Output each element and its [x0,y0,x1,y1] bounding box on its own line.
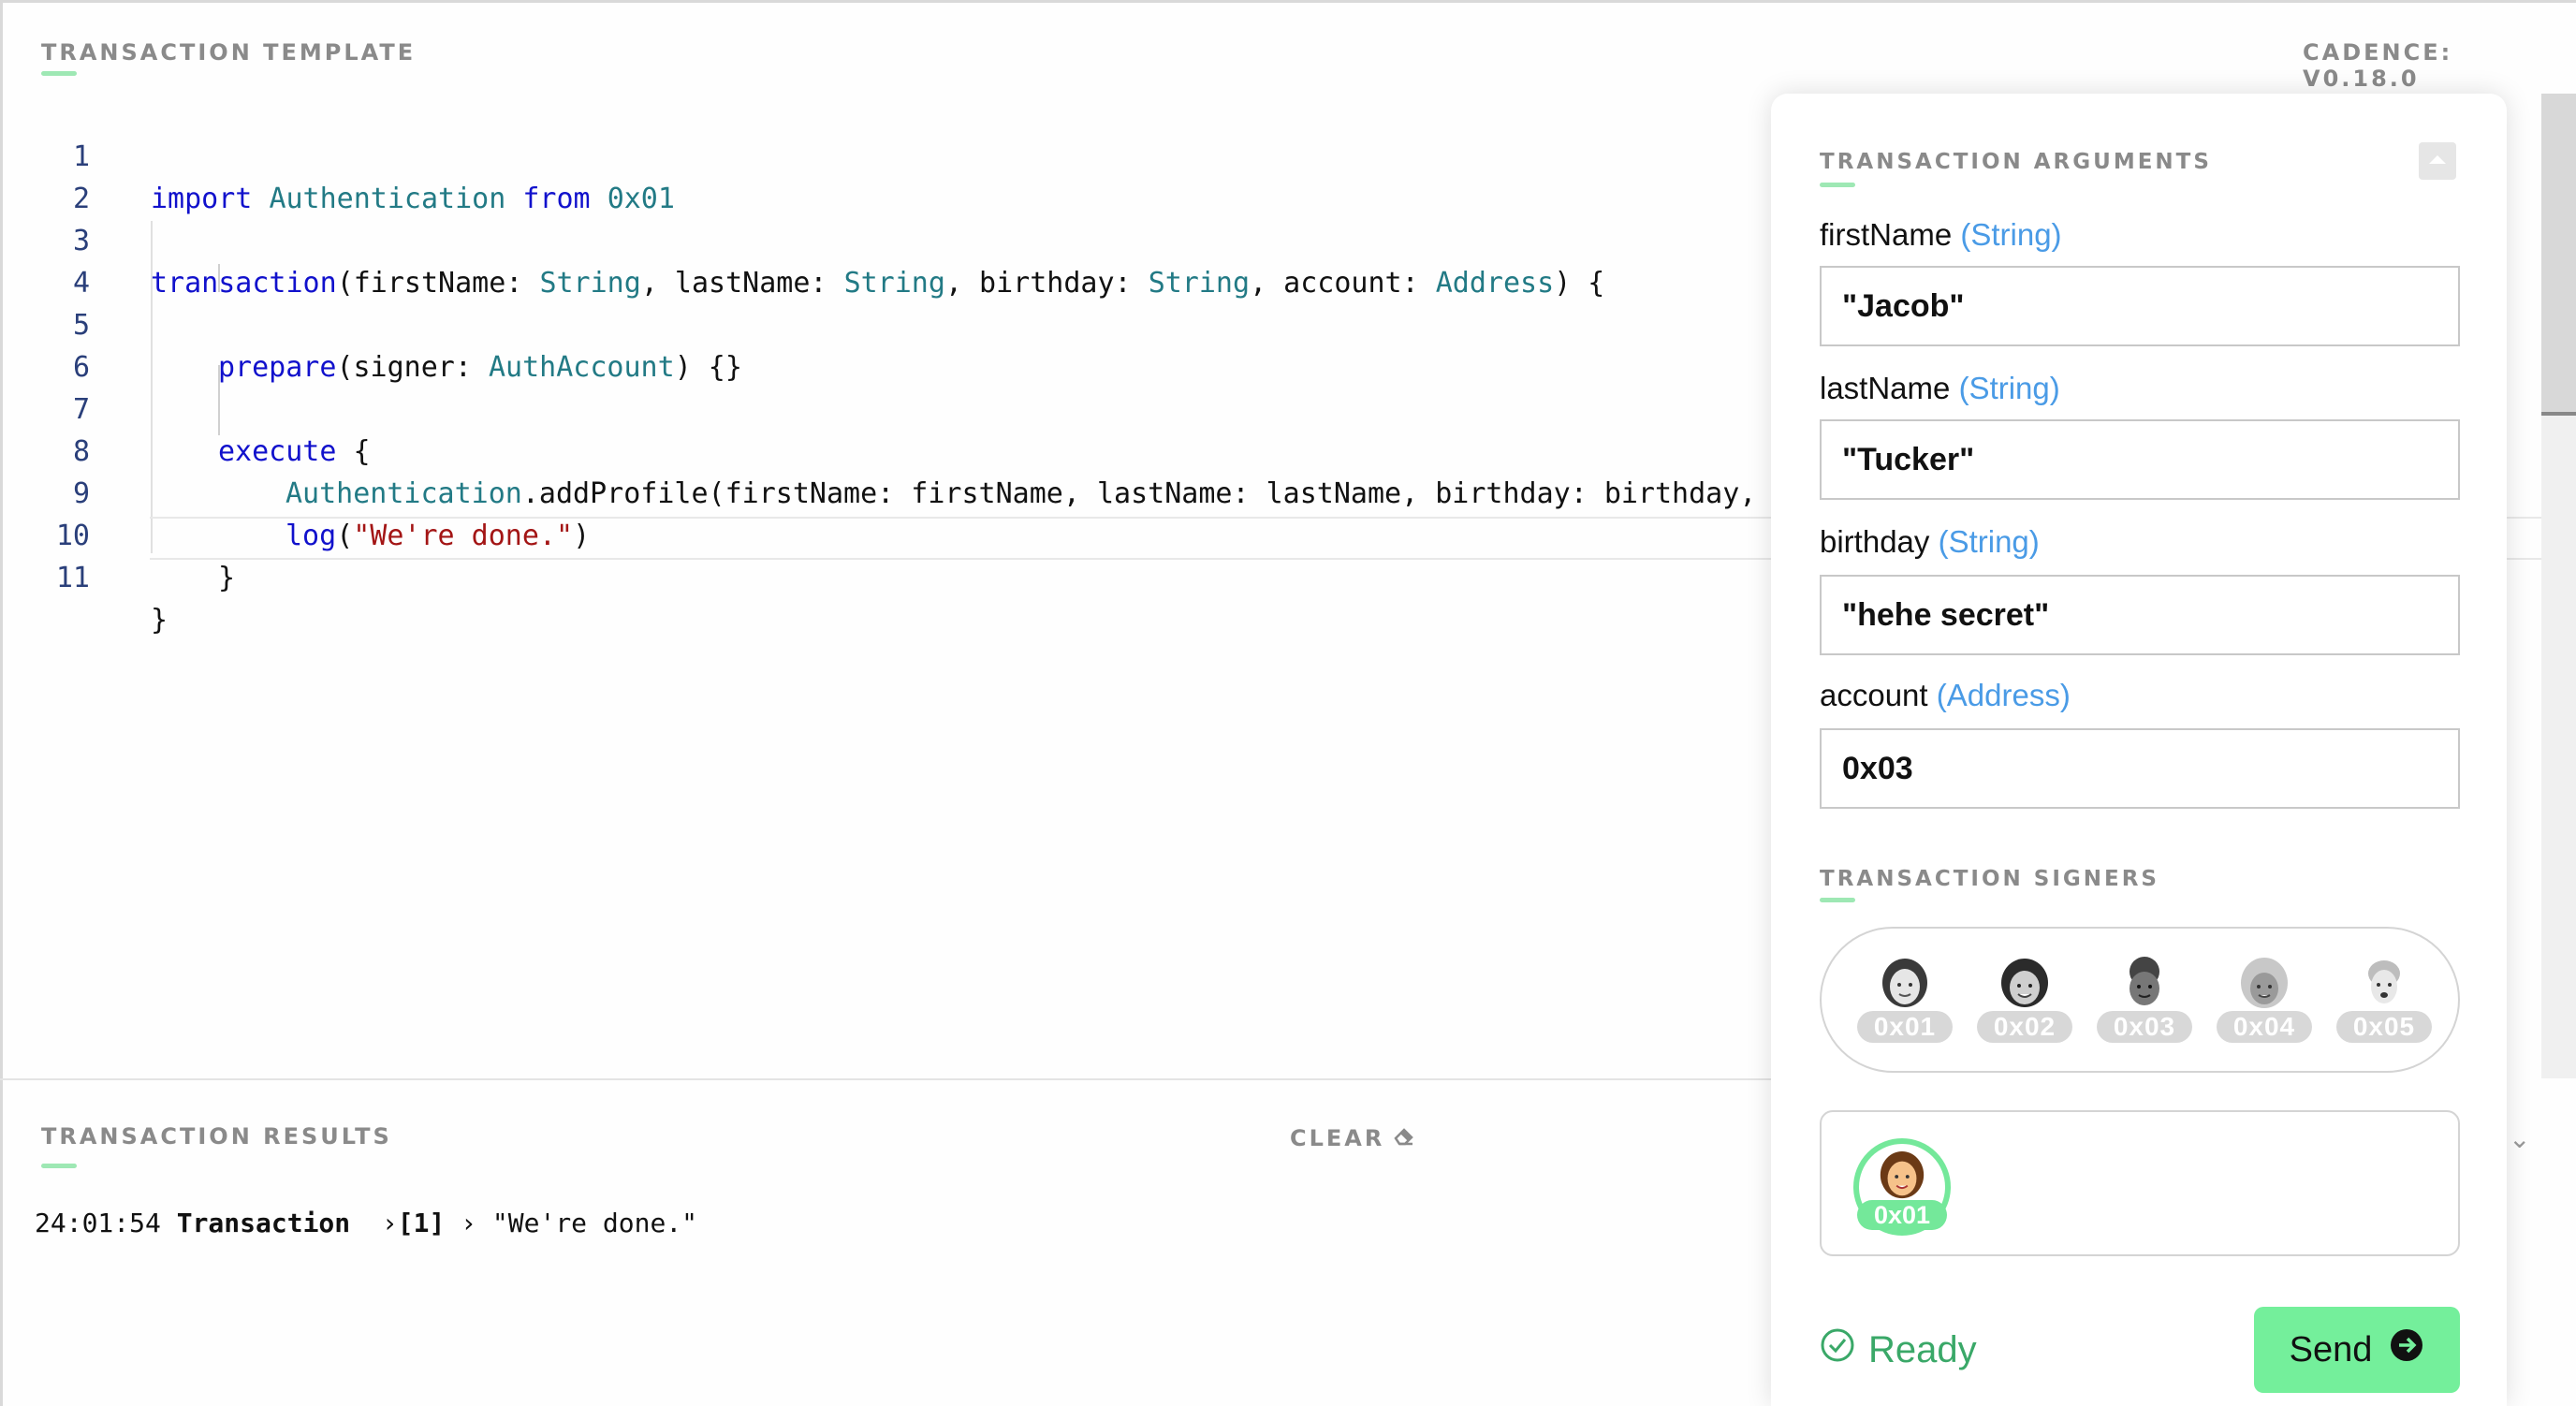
arg-label-lastname: lastName (String) [1820,371,2060,405]
chevron-right-icon: › [461,1208,477,1238]
result-time: 24:01:54 [35,1208,161,1238]
code-line: 10 } [37,473,1778,594]
arg-label-birthday: birthday (String) [1820,524,2040,559]
editor-title: TRANSACTION TEMPLATE [41,39,417,66]
chevron-down-icon[interactable]: ⌄ [2509,1123,2530,1154]
signers-title: TRANSACTION SIGNERS [1820,867,2159,891]
signer-address: 0x01 [1857,1011,1953,1043]
signer-option-0x01[interactable]: 0x01 [1857,955,1953,1048]
results-divider [0,1078,1778,1080]
signer-address: 0x02 [1977,1011,2072,1043]
avatar-icon [2130,957,2159,1005]
signer-address: 0x05 [2336,1011,2432,1043]
arrow-right-circle-icon [2389,1327,2424,1372]
code-line: 3 transaction(firstName: String, lastNam… [37,178,1778,300]
code-line: 7 execute { [37,346,1778,468]
chevron-right-icon: › [381,1208,398,1238]
status-text: Ready [1868,1328,1977,1370]
account-input[interactable] [1820,728,2460,809]
arguments-title-accent [1820,183,1855,187]
lastname-input[interactable] [1820,419,2460,500]
arg-label-account: account (Address) [1820,678,2071,712]
check-circle-icon [1820,1327,1855,1372]
signers-title-accent [1820,898,1855,902]
arguments-title: TRANSACTION ARGUMENTS [1820,150,2212,174]
signer-option-0x02[interactable]: 0x02 [1977,955,2072,1048]
send-label: Send [2289,1329,2373,1369]
code-editor[interactable]: 1 import Authentication from 0x01 2 3 tr… [37,94,1778,637]
result-message: "We're done." [491,1208,698,1238]
scrollbar-marker [2541,412,2576,416]
line-number: 11 [55,562,90,594]
eraser-icon [1392,1123,1416,1153]
signer-address: 0x04 [2217,1011,2312,1043]
avatar-icon [2368,960,2400,1003]
results-title: TRANSACTION RESULTS [41,1123,392,1150]
selected-signer-address: 0x01 [1857,1200,1947,1230]
arg-label-firstname: firstName (String) [1820,217,2062,252]
result-log-line: 24:01:54 Transaction ›[1] › "We're done.… [35,1208,697,1238]
code-line: 9 log("We're done.") [37,431,1778,552]
firstname-input[interactable] [1820,266,2460,346]
avatar-icon [1880,1150,1925,1199]
code-line: 8 Authentication.addProfile(firstName: f… [37,388,1778,510]
avatar-icon [2241,958,2288,1008]
transaction-panel: TRANSACTION ARGUMENTS firstName (String)… [1771,94,2507,1406]
code-line: 4 [37,220,1778,300]
code-line: 5 prepare(signer: AuthAccount) {} [37,262,1778,384]
signers-selector: 0x01 0x02 0x03 0x04 0x05 [1820,927,2460,1073]
collapse-panel-button[interactable] [2419,142,2456,180]
avatar-icon [2001,959,2048,1007]
clear-button[interactable]: CLEAR [1290,1123,1416,1153]
birthday-input[interactable] [1820,575,2460,655]
caret-up-icon [2427,153,2448,170]
code-line: 1 import Authentication from 0x01 [37,94,1778,215]
results-title-accent [41,1164,77,1168]
signer-option-0x05[interactable]: 0x05 [2336,955,2432,1048]
avatar-icon [1882,959,1927,1007]
signer-option-0x03[interactable]: 0x03 [2097,955,2192,1048]
result-kind: Transaction [176,1208,351,1238]
code-line: 6 [37,304,1778,384]
signer-address: 0x03 [2097,1011,2192,1043]
clear-label: CLEAR [1290,1125,1385,1151]
scrollbar-thumb[interactable] [2541,94,2576,412]
cadence-version: CADENCE: V0.18.0 [2303,39,2453,92]
status-indicator: Ready [1820,1327,1977,1372]
signer-option-0x04[interactable]: 0x04 [2217,955,2312,1048]
send-button[interactable]: Send [2254,1307,2460,1393]
result-index: [1] [397,1208,446,1238]
selected-signer-0x01[interactable]: 0x01 [1853,1138,1951,1236]
code-line: 2 [37,136,1778,215]
selected-signers[interactable]: 0x01 [1820,1110,2460,1256]
editor-title-accent [41,71,77,76]
